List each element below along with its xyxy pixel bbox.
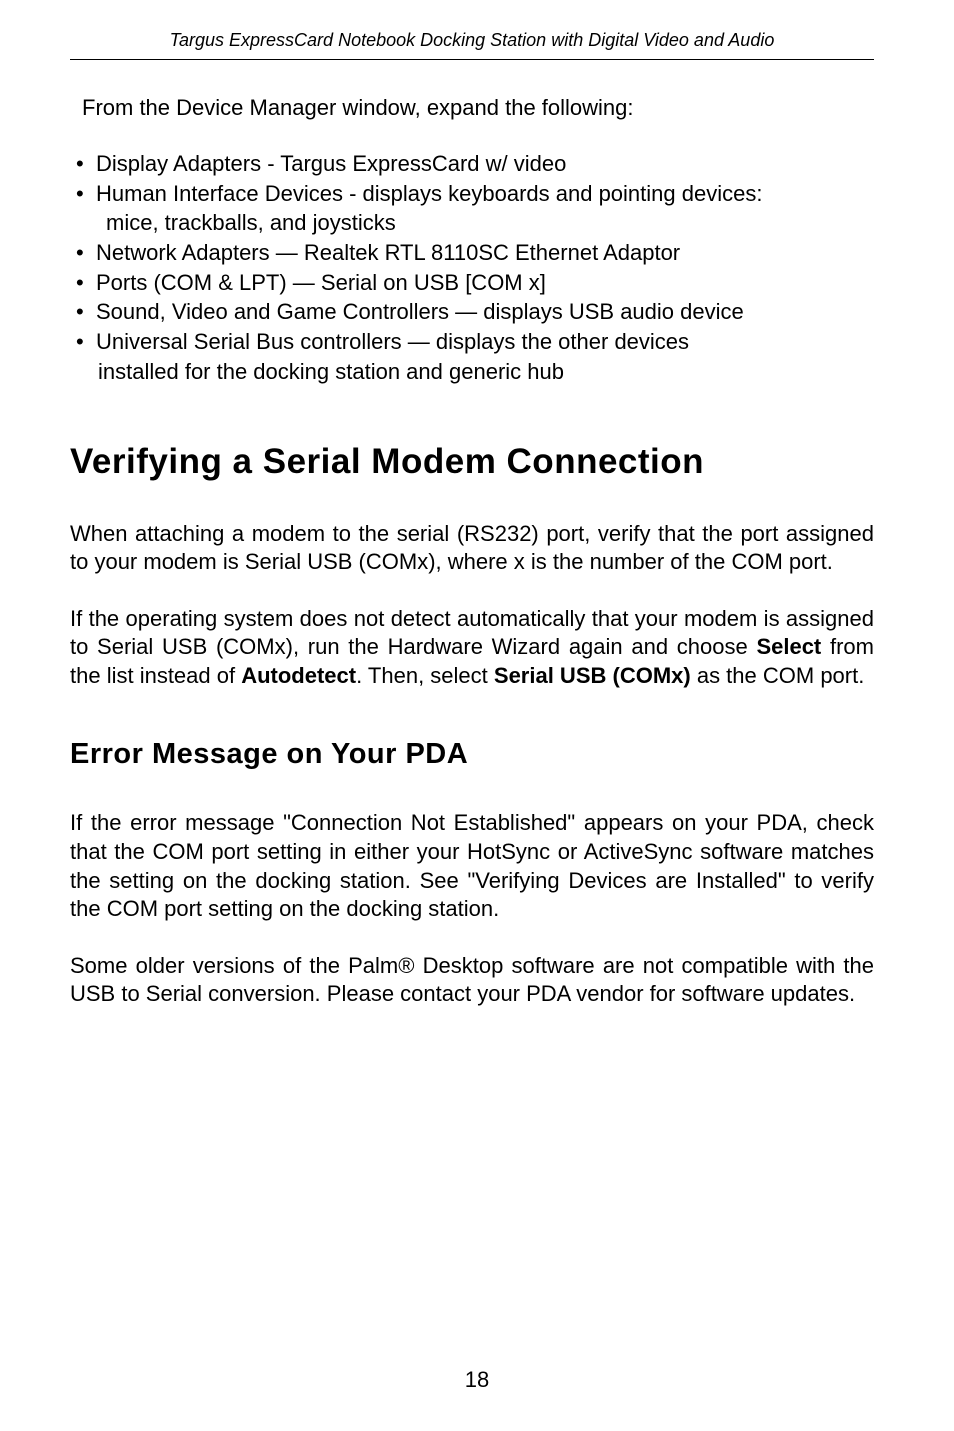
heading-verifying: Verifying a Serial Modem Connection [70,442,874,482]
paragraph: Some older versions of the Palm® Desktop… [70,952,874,1009]
text-run: . Then, select [356,663,494,688]
bold-text: Select [756,634,821,659]
bullet-list: •Display Adapters - Targus ExpressCard w… [76,149,874,387]
bullet-item: Sound, Video and Game Controllers — disp… [96,297,874,327]
paragraph: If the error message "Connection Not Est… [70,809,874,923]
bold-text: Serial USB (COMx) [494,663,691,688]
page-number: 18 [0,1367,954,1393]
bullet-item: Display Adapters - Targus ExpressCard w/… [96,149,874,179]
page-header: Targus ExpressCard Notebook Docking Stat… [70,30,874,60]
heading-error-message: Error Message on Your PDA [70,738,874,771]
bullet-item: Network Adapters — Realtek RTL 8110SC Et… [96,238,874,268]
bullet-item: Ports (COM & LPT) — Serial on USB [COM x… [96,268,874,298]
intro-text: From the Device Manager window, expand t… [82,95,874,121]
text-run: as the COM port. [691,663,865,688]
bullet-item-continuation: installed for the docking station and ge… [76,357,874,387]
bullet-item: Universal Serial Bus controllers — displ… [96,327,874,357]
bullet-item-continuation: mice, trackballs, and joysticks [76,208,874,238]
paragraph: If the operating system does not detect … [70,605,874,691]
text-run: If the operating system does not detect … [70,606,874,660]
bullet-item: Human Interface Devices - displays keybo… [96,179,874,209]
bold-text: Autodetect [241,663,356,688]
paragraph: When attaching a modem to the serial (RS… [70,520,874,577]
